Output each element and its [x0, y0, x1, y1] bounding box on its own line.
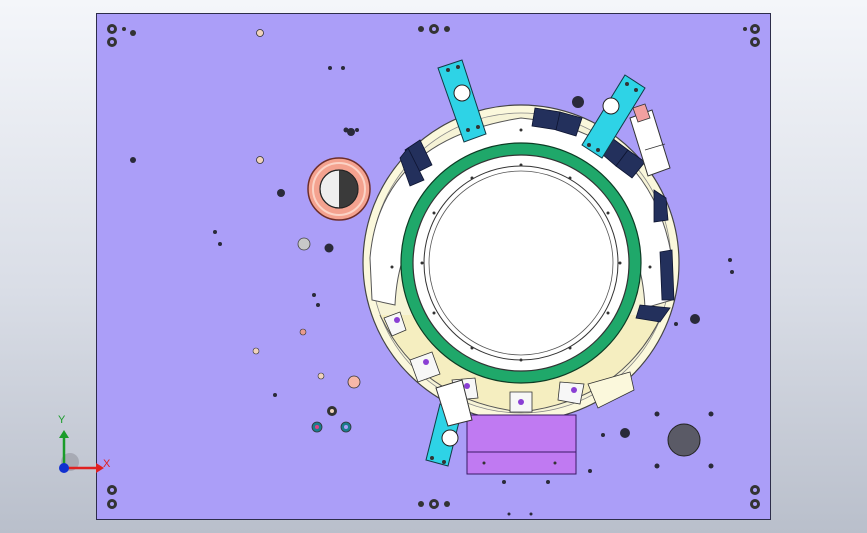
pin-hole	[317, 372, 325, 380]
model-drawing[interactable]	[0, 0, 867, 533]
z-axis-dot	[59, 463, 69, 473]
coil-bearing[interactable]	[307, 157, 371, 221]
triad-x-label: X	[103, 458, 111, 470]
green-ring[interactable]	[400, 142, 642, 384]
pin-hole	[299, 328, 307, 336]
pin-hole	[347, 375, 361, 389]
coordinate-triad	[59, 430, 104, 473]
triad-y-label: Y	[58, 414, 66, 426]
purple-block[interactable]	[466, 414, 577, 475]
pin-hole	[252, 347, 260, 355]
cad-3d-viewport[interactable]: X Y	[0, 0, 867, 533]
pin-hole	[297, 237, 311, 251]
large-hole	[667, 423, 701, 457]
pin-hole	[256, 156, 264, 164]
